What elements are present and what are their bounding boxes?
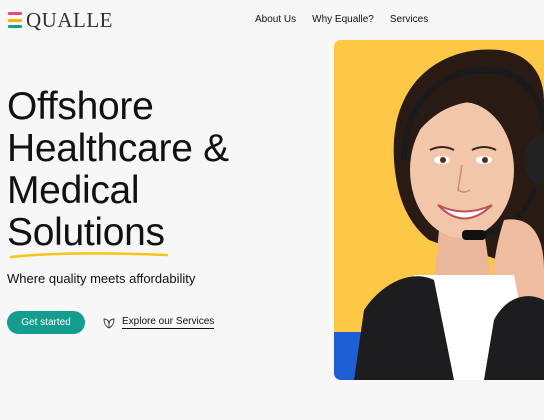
hero-title-line-2: Healthcare & (7, 127, 229, 170)
leaf-icon (103, 318, 115, 329)
underline-swoosh-icon (9, 252, 169, 259)
logo[interactable]: QUALLE (8, 8, 113, 32)
hero-title-line-3: Medical (7, 169, 140, 212)
logo-mark-icon (8, 12, 22, 28)
hero-title-highlight: Solutions (7, 211, 169, 259)
nav-why-equalle[interactable]: Why Equalle? (312, 14, 374, 25)
get-started-button[interactable]: Get started (7, 311, 85, 334)
hero-title-line-1: Offshore (7, 85, 154, 128)
nav-about-us[interactable]: About Us (255, 14, 296, 25)
hero-subtitle: Where quality meets affordability (7, 271, 196, 286)
logo-text: QUALLE (26, 8, 113, 32)
hero-photo (334, 40, 544, 380)
explore-services-label: Explore our Services (122, 316, 215, 329)
hero-title-line-4: Solutions (7, 211, 165, 254)
explore-services-link[interactable]: Explore our Services (103, 316, 215, 329)
hero-title: Offshore Healthcare & Medical Solutions (7, 85, 229, 259)
top-nav: About Us Why Equalle? Services (255, 14, 444, 25)
call-center-agent-image (334, 40, 544, 380)
nav-services[interactable]: Services (390, 14, 428, 25)
